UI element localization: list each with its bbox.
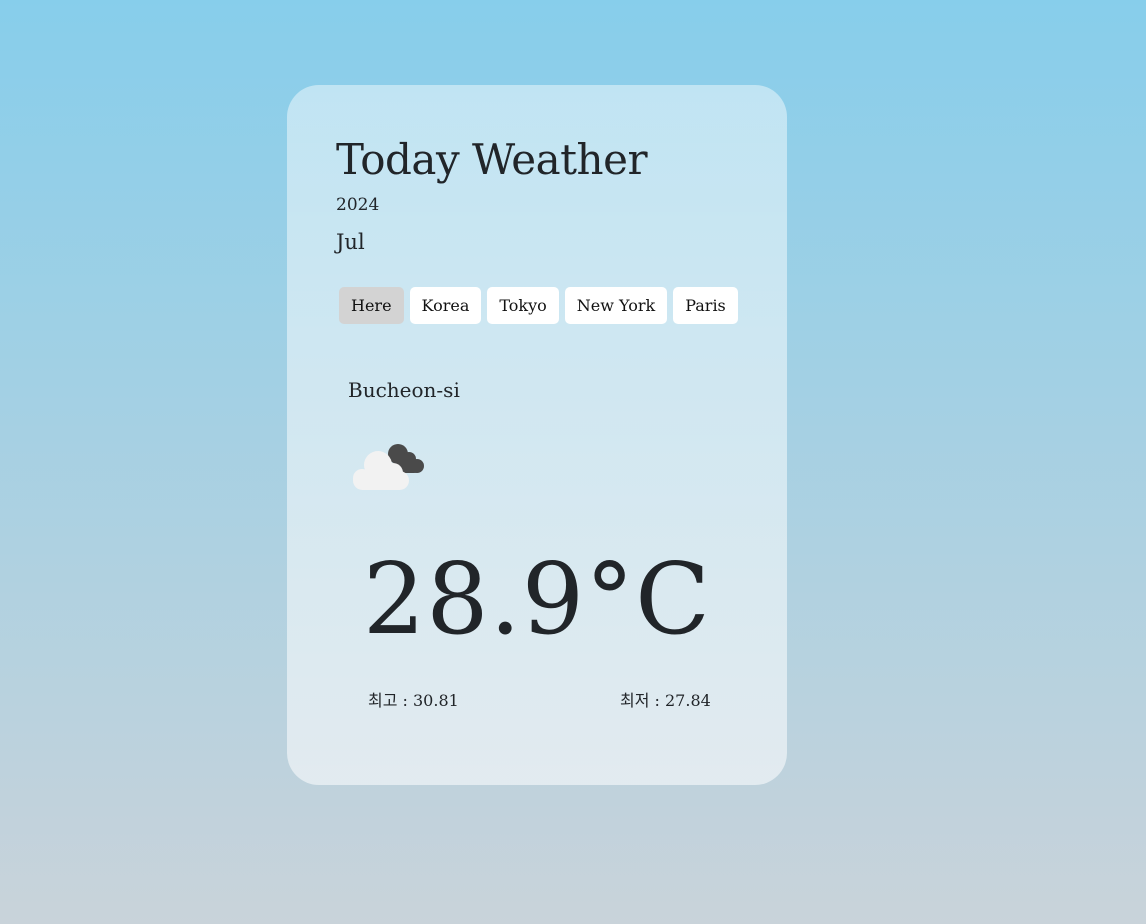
tab-here[interactable]: Here — [339, 287, 404, 324]
city-tabs: Here Korea Tokyo New York Paris — [339, 287, 738, 324]
year-label: 2024 — [336, 195, 380, 215]
cloudy-icon — [353, 444, 424, 490]
page-title: Today Weather — [336, 135, 648, 184]
max-temperature: 최고 : 30.81 — [368, 691, 459, 710]
month-label: Jul — [336, 230, 365, 254]
temperature: 28.9°C — [362, 543, 712, 657]
tab-new-york[interactable]: New York — [564, 287, 668, 324]
city-name: Bucheon-si — [348, 378, 460, 402]
min-temperature: 최저 : 27.84 — [620, 691, 711, 710]
tab-tokyo[interactable]: Tokyo — [487, 287, 559, 324]
tab-korea[interactable]: Korea — [409, 287, 482, 324]
weather-card: Today Weather 2024 Jul Here Korea Tokyo … — [287, 85, 787, 785]
tab-paris[interactable]: Paris — [673, 287, 738, 324]
